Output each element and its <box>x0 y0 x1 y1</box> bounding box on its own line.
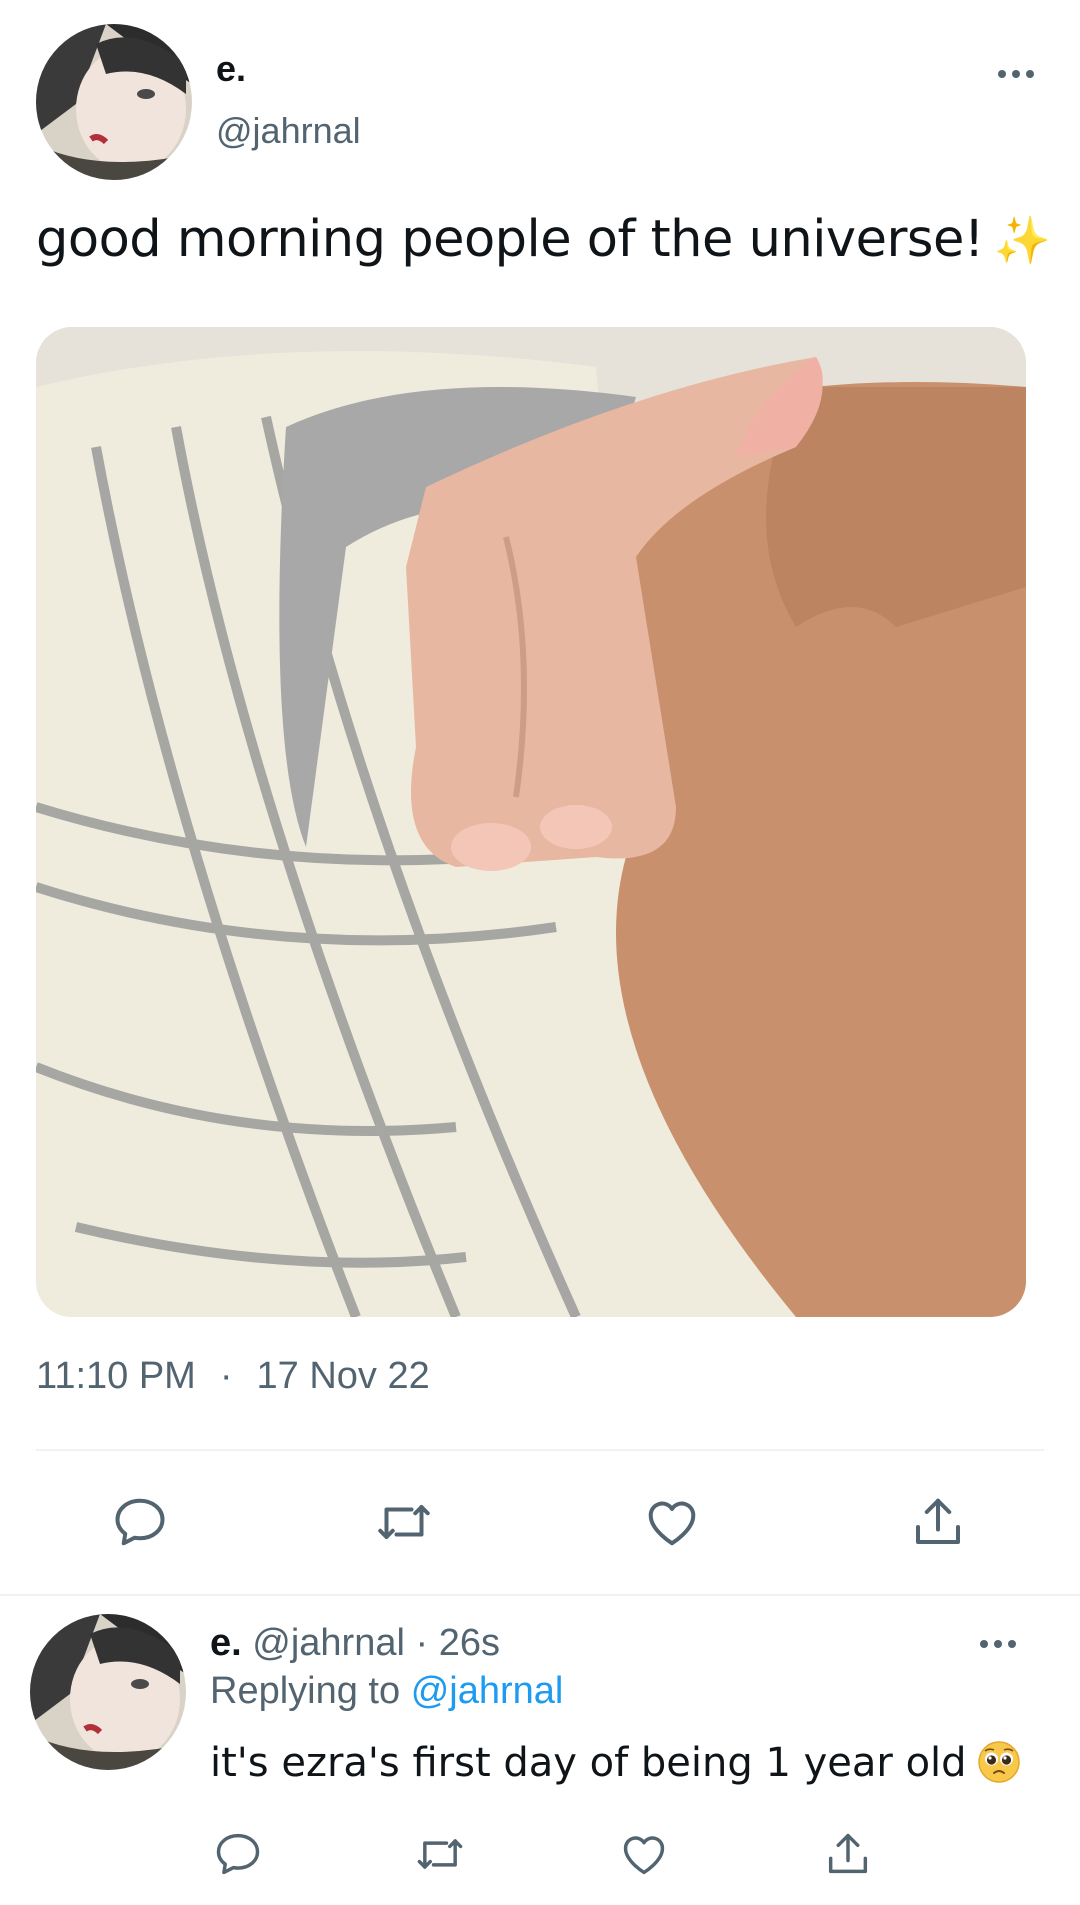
tweet-media-photo[interactable] <box>36 327 1026 1317</box>
replying-to-label: Replying to <box>210 1670 401 1712</box>
divider <box>36 1449 1044 1451</box>
tweet-timestamp[interactable]: 11:10 PM · 17 Nov 22 <box>36 1355 430 1398</box>
retweet-icon[interactable] <box>408 1822 472 1886</box>
avatar-image <box>30 1614 186 1770</box>
reply-age: 26s <box>438 1622 500 1664</box>
reply-text: it's ezra's first day of being 1 year ol… <box>210 1740 1021 1786</box>
sparkles-emoji: ✨ <box>993 213 1051 267</box>
share-icon[interactable] <box>906 1490 970 1554</box>
reply-author-avatar[interactable] <box>30 1614 186 1770</box>
replying-to-mention[interactable]: @jahrnal <box>411 1670 564 1712</box>
retweet-icon[interactable] <box>372 1490 436 1554</box>
reply-header: e. @jahrnal · 26s <box>210 1622 500 1665</box>
section-separator <box>0 1594 1080 1596</box>
replying-to: Replying to @jahrnal <box>210 1670 563 1713</box>
meta-separator: · <box>219 1355 233 1397</box>
tweet-date: 17 Nov 22 <box>256 1355 430 1397</box>
tweet-text-body: good morning people of the universe! <box>36 210 984 269</box>
heart-icon[interactable] <box>612 1822 676 1886</box>
photo-image <box>36 327 1026 1317</box>
tweet-text: good morning people of the universe! ✨ <box>36 210 1051 269</box>
heart-icon[interactable] <box>640 1490 704 1554</box>
share-icon[interactable] <box>816 1822 880 1886</box>
reply-header-separator: · <box>415 1622 429 1664</box>
avatar-image <box>36 24 192 180</box>
reply-text-body: it's ezra's first day of being 1 year ol… <box>210 1740 967 1786</box>
pleading-face-emoji <box>977 1741 1020 1783</box>
tweet-time: 11:10 PM <box>36 1355 196 1397</box>
more-horizontal-icon[interactable] <box>978 1634 1018 1654</box>
reply-author-name[interactable]: e. <box>210 1622 242 1664</box>
reply-icon[interactable] <box>108 1490 172 1554</box>
author-handle[interactable]: @jahrnal <box>216 110 361 152</box>
reply-author-handle[interactable]: @jahrnal <box>252 1622 405 1664</box>
author-avatar[interactable] <box>36 24 192 180</box>
reply-icon[interactable] <box>206 1822 270 1886</box>
more-horizontal-icon[interactable] <box>996 64 1036 84</box>
author-name[interactable]: e. <box>216 48 246 90</box>
